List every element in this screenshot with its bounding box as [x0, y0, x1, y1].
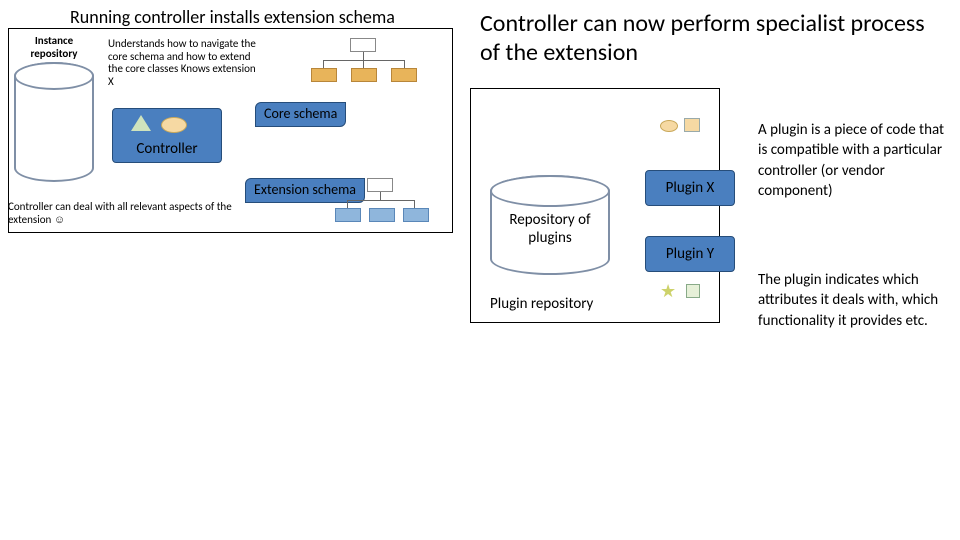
right-title: Controller can now perform specialist pr…: [480, 10, 940, 68]
plugin-x-label: Plugin X: [666, 179, 715, 197]
oval-icon: [161, 117, 187, 133]
plugin-y-block: Plugin Y: [645, 236, 735, 272]
repo-of-plugins-label: Repository of plugins: [492, 211, 608, 247]
controller-block: Controller: [112, 108, 222, 163]
left-title: Running controller installs extension sc…: [70, 6, 395, 28]
core-schema-tab: Core schema: [255, 102, 346, 127]
plugin-x-block: Plugin X: [645, 170, 735, 206]
extension-tree-mini: [335, 178, 445, 224]
plugin-repo-cylinder: Repository of plugins: [490, 175, 610, 275]
core-tree-mini: [305, 38, 425, 88]
left-footnote: Controller can deal with all relevant as…: [8, 200, 238, 226]
plugin-repo-caption: Plugin repository: [490, 295, 593, 313]
instance-repo-label: Instance repository: [14, 34, 94, 60]
plugin-y-label: Plugin Y: [666, 245, 714, 263]
core-schema-label: Core schema: [264, 107, 337, 122]
plugin-x-icons: [660, 118, 720, 138]
understands-text: Understands how to navigate the core sch…: [108, 38, 258, 89]
plugin-indicates-text: The plugin indicates which attributes it…: [758, 270, 948, 331]
tiny-square-icon: [686, 284, 700, 298]
controller-label: Controller: [136, 140, 197, 158]
plugin-definition-text: A plugin is a piece of code that is comp…: [758, 120, 948, 201]
triangle-icon: [131, 115, 151, 131]
instance-repo-cylinder: [14, 62, 94, 182]
star-icon: ★: [660, 280, 676, 302]
